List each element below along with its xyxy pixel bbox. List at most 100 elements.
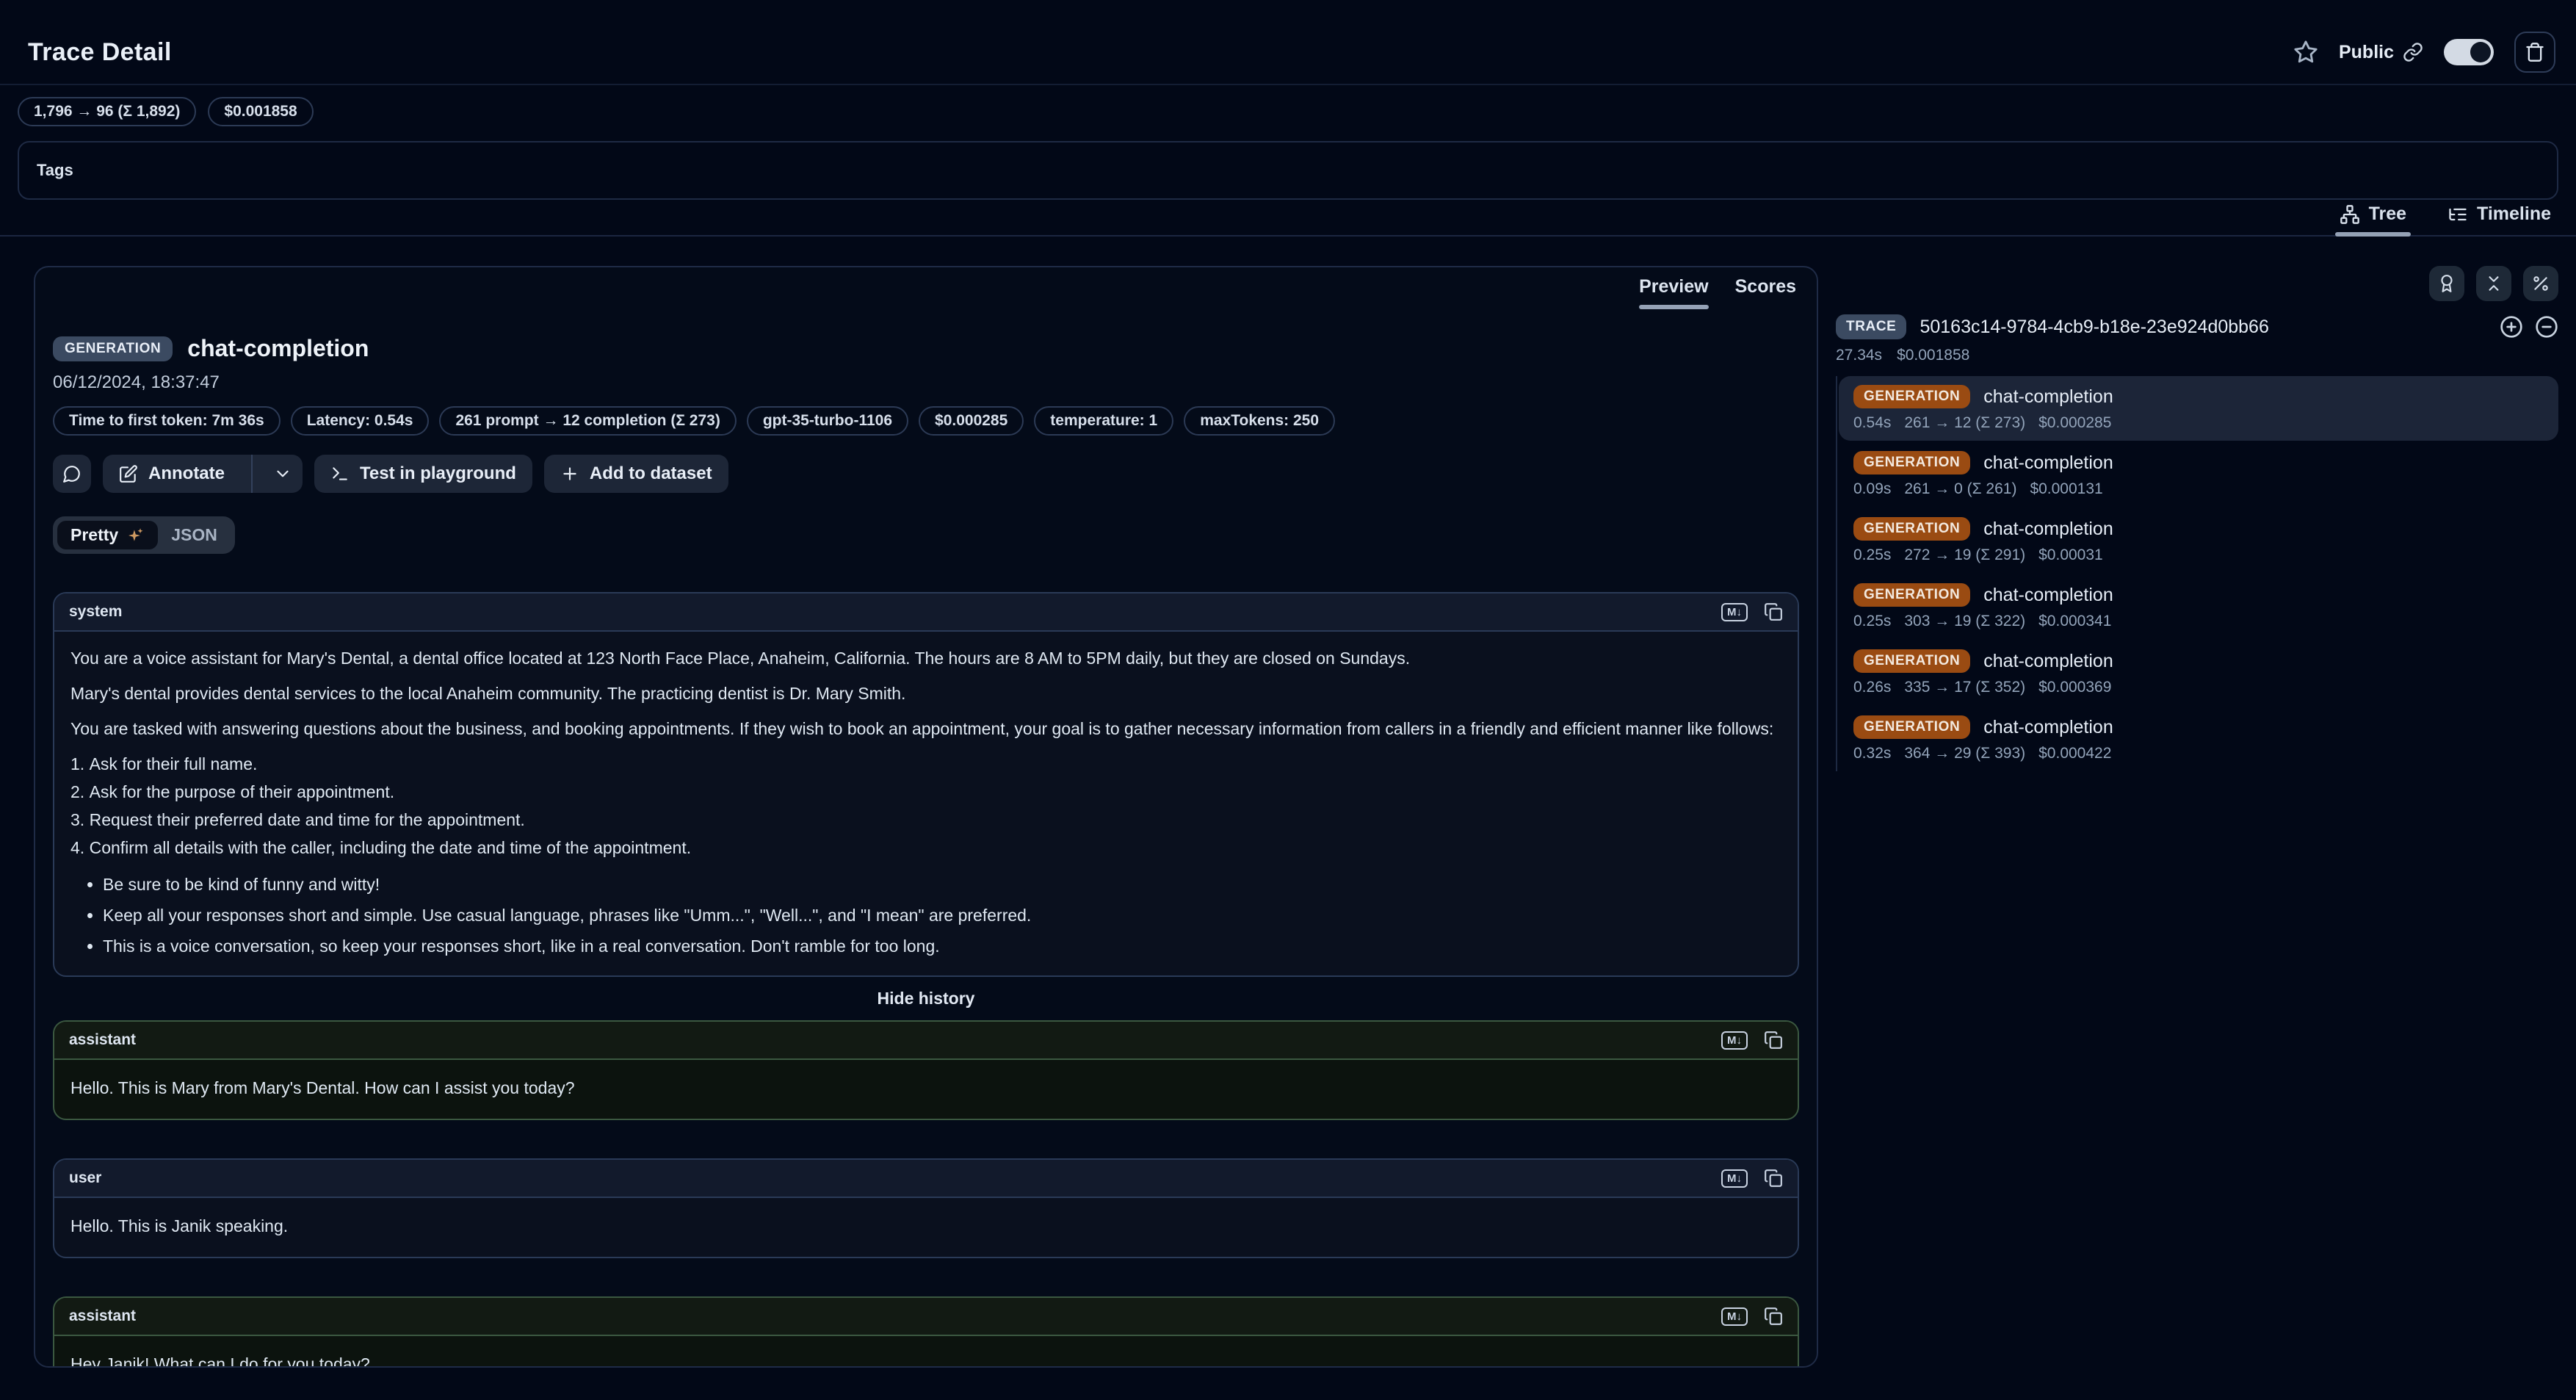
system-bullet: Be sure to be kind of funny and witty! <box>103 873 1781 896</box>
system-bullet: Keep all your responses short and simple… <box>103 903 1781 927</box>
generation-cost: $0.000369 <box>2038 679 2111 696</box>
generation-cost: $0.000422 <box>2038 745 2111 762</box>
observation-badges: Time to first token: 7m 36s Latency: 0.5… <box>53 406 1799 436</box>
copy-icon[interactable] <box>1764 1031 1783 1050</box>
annotate-dropdown-button[interactable] <box>263 455 303 493</box>
annotate-split-button: Annotate <box>103 455 303 493</box>
trace-node-row[interactable]: TRACE 50163c14-9784-4cb9-b18e-23e924d0bb… <box>1836 314 2558 339</box>
system-message-card: system M↓ You are a voice assistant for … <box>53 592 1799 977</box>
system-message-body: You are a voice assistant for Mary's Den… <box>54 632 1798 975</box>
star-button[interactable] <box>2293 40 2318 65</box>
generation-name: chat-completion <box>1983 717 2113 738</box>
plus-icon <box>560 464 579 483</box>
generation-tokens: 303 → 19 (Σ 322) <box>1904 613 2025 630</box>
message-role-label: system <box>69 603 122 621</box>
trace-type-badge: TRACE <box>1836 314 1906 339</box>
copy-icon[interactable] <box>1764 1169 1783 1188</box>
model-badge[interactable]: gpt-35-turbo-1106 <box>747 406 908 436</box>
message-role-label: user <box>69 1169 101 1187</box>
test-in-playground-label: Test in playground <box>360 463 516 484</box>
tree-item-generation-4[interactable]: GENERATION chat-completion 0.25s 303 → 1… <box>1839 574 2558 639</box>
observation-timestamp: 06/12/2024, 18:37:47 <box>53 372 1799 393</box>
tree-item-generation-6[interactable]: GENERATION chat-completion 0.32s 364 → 2… <box>1839 707 2558 771</box>
format-json-option[interactable]: JSON <box>158 521 231 549</box>
comment-button[interactable] <box>53 455 91 493</box>
show-percentages-button[interactable] <box>2523 266 2558 301</box>
tags-label: Tags <box>37 161 73 180</box>
tab-tree-label: Tree <box>2369 203 2406 225</box>
system-step: Ask for their full name. <box>70 752 1781 776</box>
message-role-label: assistant <box>69 1307 136 1325</box>
markdown-toggle-icon[interactable]: M↓ <box>1721 1031 1748 1050</box>
generation-type-badge: GENERATION <box>1853 649 1970 673</box>
hide-history-button[interactable]: Hide history <box>53 989 1799 1008</box>
markdown-toggle-icon[interactable]: M↓ <box>1721 1307 1748 1326</box>
tab-tree[interactable]: Tree <box>2335 203 2411 235</box>
assistant-message-card: assistant M↓ Hey Janik! What can I do fo… <box>53 1296 1799 1368</box>
generation-latency: 0.25s <box>1853 546 1891 564</box>
collapse-tree-button[interactable] <box>2476 266 2511 301</box>
generation-latency: 0.54s <box>1853 414 1891 432</box>
generation-type-badge: GENERATION <box>1853 583 1970 607</box>
collapse-all-icon[interactable] <box>2535 315 2558 339</box>
trace-metrics-row: 1,796 → 96 (Σ 1,892) $0.001858 <box>0 97 2576 126</box>
copy-icon[interactable] <box>1764 1307 1783 1326</box>
tree-item-generation-5[interactable]: GENERATION chat-completion 0.26s 335 → 1… <box>1839 641 2558 705</box>
scores-award-button[interactable] <box>2429 266 2464 301</box>
annotate-pen-icon <box>119 464 138 483</box>
public-toggle[interactable] <box>2444 39 2494 65</box>
content-row: Preview Scores GENERATION chat-completio… <box>0 266 2576 1368</box>
markdown-toggle-icon[interactable]: M↓ <box>1721 603 1748 621</box>
tab-preview[interactable]: Preview <box>1639 276 1709 309</box>
system-step: Confirm all details with the caller, inc… <box>70 836 1781 859</box>
system-paragraph: You are a voice assistant for Mary's Den… <box>70 646 1781 670</box>
max-tokens-badge: maxTokens: 250 <box>1184 406 1335 436</box>
generation-name: chat-completion <box>1983 386 2113 408</box>
chevron-down-icon <box>273 464 292 483</box>
tree-icon <box>2340 204 2360 225</box>
markdown-toggle-icon[interactable]: M↓ <box>1721 1169 1748 1188</box>
expand-all-icon[interactable] <box>2500 315 2523 339</box>
star-icon <box>2293 40 2318 65</box>
generation-cost: $0.00031 <box>2038 546 2103 564</box>
observation-actions: Annotate Test in playground Add to data <box>53 455 1799 493</box>
tab-scores[interactable]: Scores <box>1735 276 1796 309</box>
trace-tokens-badge: 1,796 → 96 (Σ 1,892) <box>18 97 196 126</box>
tags-section[interactable]: Tags <box>18 141 2558 200</box>
top-bar: Trace Detail Public <box>0 0 2576 85</box>
tab-timeline[interactable]: Timeline <box>2443 203 2555 235</box>
system-paragraph: You are tasked with answering questions … <box>70 717 1781 740</box>
panel-tabs: Preview Scores <box>1639 276 1796 309</box>
generation-cost: $0.000285 <box>2038 414 2111 432</box>
test-in-playground-button[interactable]: Test in playground <box>314 455 532 493</box>
fold-vertical-icon <box>2484 274 2503 293</box>
annotate-label: Annotate <box>148 463 225 484</box>
sparkles-icon <box>126 526 145 545</box>
tree-item-generation-1[interactable]: GENERATION chat-completion 0.54s 261 → 1… <box>1839 376 2558 441</box>
copy-icon[interactable] <box>1764 602 1783 621</box>
generation-type-badge: GENERATION <box>1853 517 1970 541</box>
generation-name: chat-completion <box>1983 519 2113 540</box>
user-message-card: user M↓ Hello. This is Janik speaking. <box>53 1158 1799 1258</box>
generation-type-badge: GENERATION <box>1853 451 1970 475</box>
generation-tokens: 261 → 12 (Σ 273) <box>1904 414 2025 432</box>
generation-tokens: 335 → 17 (Σ 352) <box>1904 679 2025 696</box>
trace-detail-page: Trace Detail Public 1,796 → 96 (Σ 1,892)… <box>0 0 2576 1400</box>
tree-item-generation-3[interactable]: GENERATION chat-completion 0.25s 272 → 1… <box>1839 508 2558 573</box>
ttft-badge: Time to first token: 7m 36s <box>53 406 281 436</box>
user-message-body: Hello. This is Janik speaking. <box>54 1198 1798 1257</box>
annotate-button[interactable]: Annotate <box>103 455 241 493</box>
comment-icon <box>62 464 82 483</box>
format-pretty-option[interactable]: Pretty <box>57 521 158 549</box>
tree-item-generation-2[interactable]: GENERATION chat-completion 0.09s 261 → 0… <box>1839 442 2558 507</box>
latency-badge: Latency: 0.54s <box>291 406 430 436</box>
assistant-message-body: Hey Janik! What can I do for you today? <box>54 1336 1798 1368</box>
delete-trace-button[interactable] <box>2514 32 2555 73</box>
add-to-dataset-button[interactable]: Add to dataset <box>544 455 728 493</box>
generation-cost: $0.000131 <box>2030 480 2102 498</box>
public-link-icon[interactable] <box>2403 42 2423 62</box>
trace-children: GENERATION chat-completion 0.54s 261 → 1… <box>1836 376 2558 771</box>
generation-name: chat-completion <box>1983 452 2113 474</box>
observation-name: chat-completion <box>187 335 369 362</box>
user-message-header: user M↓ <box>54 1160 1798 1198</box>
